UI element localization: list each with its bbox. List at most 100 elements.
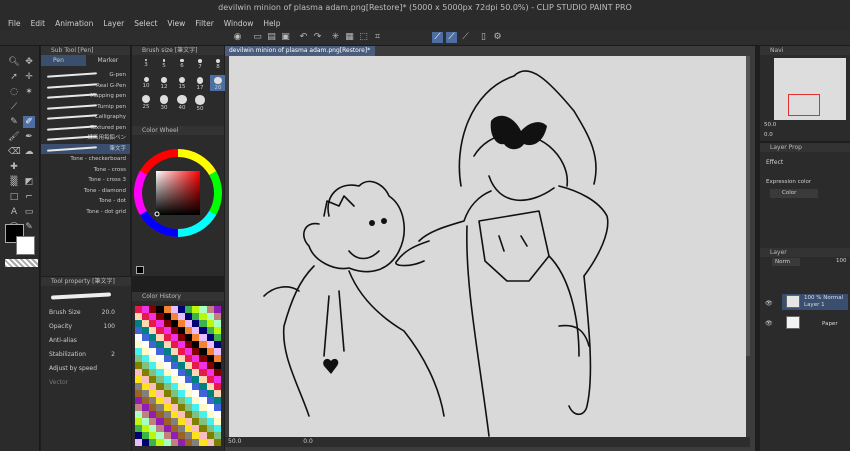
color-swatch[interactable] (199, 362, 207, 369)
color-swatch[interactable] (199, 425, 207, 432)
color-swatch[interactable] (170, 334, 178, 341)
color-swatch[interactable] (142, 334, 150, 341)
color-swatch[interactable] (192, 432, 200, 439)
color-swatch[interactable] (135, 320, 143, 327)
brush-item[interactable]: Tone - diamond (41, 186, 130, 197)
color-swatch[interactable] (177, 397, 186, 404)
color-swatch[interactable] (149, 432, 157, 439)
color-swatch[interactable] (135, 376, 143, 383)
color-swatch[interactable] (156, 306, 164, 313)
color-swatch[interactable] (177, 334, 186, 341)
color-swatch[interactable] (199, 348, 207, 355)
color-swatch[interactable] (142, 404, 150, 411)
color-swatch[interactable] (170, 383, 178, 390)
color-swatch[interactable] (206, 418, 214, 425)
brush-size-option[interactable]: 15 (174, 75, 190, 91)
brush-item[interactable]: Tone - checkerboard (41, 154, 130, 165)
color-swatch[interactable] (185, 369, 193, 376)
color-swatch[interactable] (170, 390, 178, 397)
color-swatch[interactable] (192, 425, 200, 432)
brush-size-option[interactable]: 7 (192, 57, 208, 73)
menu-edit[interactable]: Edit (31, 19, 46, 28)
color-swatch[interactable] (206, 404, 214, 411)
color-swatch[interactable] (213, 390, 221, 397)
tab-pen[interactable]: Pen (41, 55, 86, 66)
color-swatch[interactable] (170, 362, 178, 369)
color-swatch[interactable] (177, 383, 186, 390)
color-swatch[interactable] (185, 390, 193, 397)
color-swatch[interactable] (213, 306, 221, 313)
color-swatch[interactable] (163, 327, 171, 334)
color-swatch[interactable] (170, 376, 178, 383)
color-history-swatches[interactable] (135, 306, 221, 446)
color-swatch[interactable] (170, 425, 178, 432)
color-swatch[interactable] (177, 348, 186, 355)
color-swatch[interactable] (199, 432, 207, 439)
clear-icon[interactable]: ✳ (330, 32, 341, 43)
snap-ruler-icon[interactable]: ⟋ (432, 32, 443, 43)
color-swatch[interactable] (213, 334, 221, 341)
color-swatch[interactable] (192, 341, 200, 348)
color-swatch[interactable] (163, 355, 171, 362)
color-swatch[interactable] (163, 425, 171, 432)
color-swatch[interactable] (163, 334, 171, 341)
color-swatch[interactable] (156, 348, 164, 355)
lasso-icon[interactable]: ◌ (8, 86, 20, 98)
color-swatch[interactable] (142, 376, 150, 383)
color-swatch[interactable] (177, 355, 186, 362)
color-swatch[interactable] (199, 383, 207, 390)
color-swatch[interactable] (149, 383, 157, 390)
color-swatch[interactable] (199, 369, 207, 376)
color-swatch[interactable] (156, 341, 164, 348)
brush-size-option[interactable]: 6 (174, 57, 190, 73)
brush-size-option[interactable]: 20 (210, 75, 226, 91)
color-swatch[interactable] (206, 334, 214, 341)
color-swatch[interactable] (185, 355, 193, 362)
undo-icon[interactable]: ↶ (298, 32, 309, 43)
color-swatch[interactable] (149, 376, 157, 383)
color-swatch[interactable] (149, 306, 157, 313)
color-swatch[interactable] (170, 397, 178, 404)
color-swatch[interactable] (213, 320, 221, 327)
color-swatch[interactable] (149, 425, 157, 432)
navigator-zoom[interactable]: 50.0 (764, 122, 776, 128)
color-swatch[interactable] (142, 390, 150, 397)
gradient-icon[interactable]: ▒ (8, 176, 20, 188)
transform-icon[interactable]: ⬚ (358, 32, 369, 43)
figure-icon[interactable]: ◩ (23, 176, 35, 188)
brush-size-row[interactable]: Brush Size 20.0 (41, 306, 131, 320)
menu-layer[interactable]: Layer (103, 19, 124, 28)
color-swatch[interactable] (135, 383, 143, 390)
brush-size-option[interactable]: 8 (210, 57, 226, 73)
color-swatch[interactable] (156, 411, 164, 418)
eyedropper-icon[interactable]: ⟋ (8, 101, 20, 113)
color-swatch[interactable] (149, 341, 157, 348)
color-swatch[interactable] (213, 362, 221, 369)
color-swatch[interactable] (185, 432, 193, 439)
color-swatch[interactable] (142, 355, 150, 362)
color-swatch[interactable] (177, 425, 186, 432)
menu-view[interactable]: View (167, 19, 185, 28)
color-swatch[interactable] (192, 418, 200, 425)
color-swatch[interactable] (199, 439, 207, 446)
color-swatch[interactable] (185, 327, 193, 334)
color-swatch[interactable] (163, 439, 171, 446)
color-swatch[interactable] (142, 320, 150, 327)
brush-size-option[interactable]: 3 (138, 57, 154, 73)
zoom-icon[interactable]: 🔍︎ (8, 56, 20, 68)
color-swatch[interactable] (163, 418, 171, 425)
color-swatch[interactable] (192, 369, 200, 376)
navigator-preview[interactable] (774, 58, 846, 120)
color-swatch[interactable] (192, 397, 200, 404)
color-swatch[interactable] (185, 425, 193, 432)
color-swatch[interactable] (156, 369, 164, 376)
color-swatch[interactable] (206, 439, 214, 446)
brush-size-option[interactable]: 17 (192, 75, 208, 91)
color-swatch[interactable] (199, 320, 207, 327)
color-swatch[interactable] (185, 376, 193, 383)
new-icon[interactable]: ▭ (252, 32, 263, 43)
color-swatch[interactable] (135, 404, 143, 411)
color-swatch[interactable] (185, 313, 193, 320)
color-swatch[interactable] (185, 411, 193, 418)
color-swatch[interactable] (142, 383, 150, 390)
